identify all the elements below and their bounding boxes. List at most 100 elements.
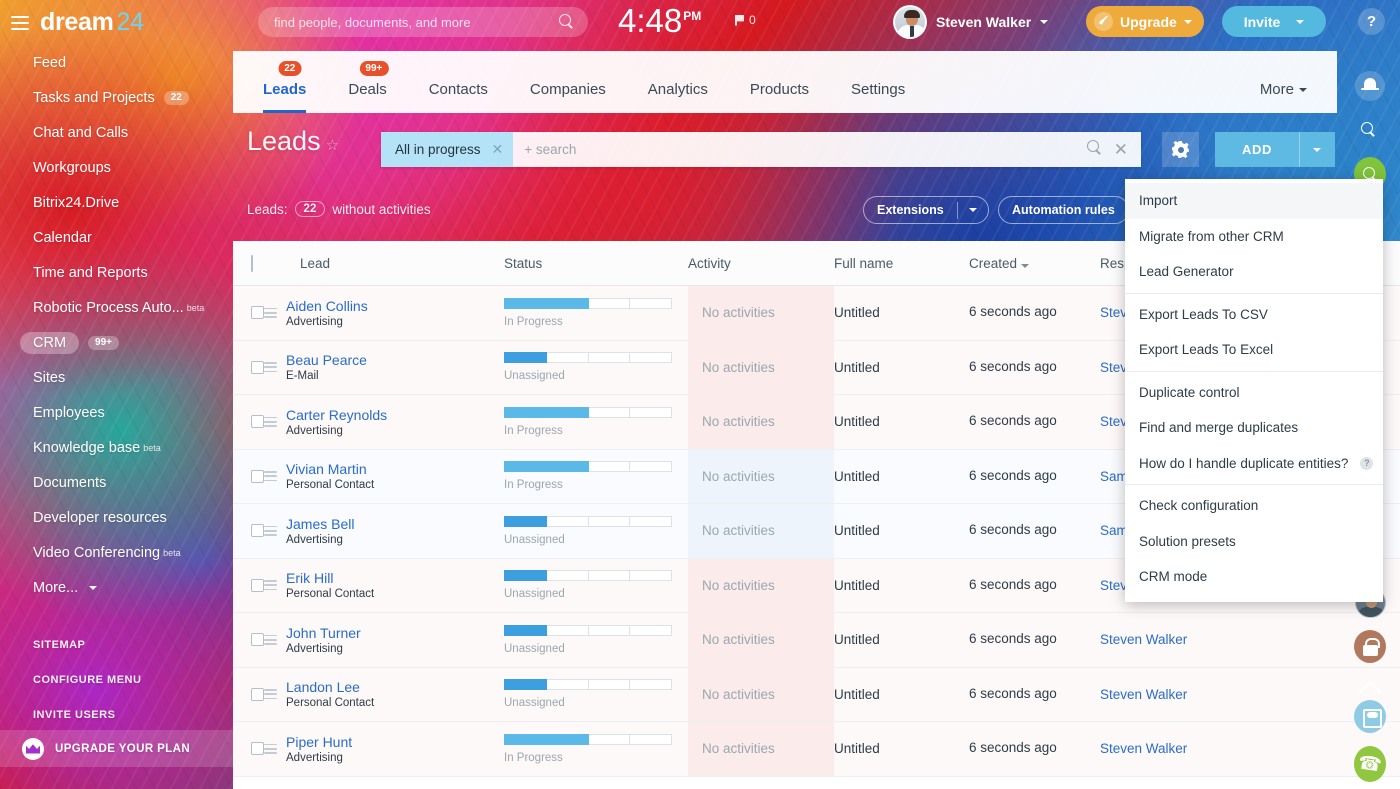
- row-checkbox[interactable]: [251, 470, 264, 483]
- chevron-down-icon[interactable]: [958, 208, 988, 212]
- sidebar-item-employees[interactable]: Employees: [0, 395, 233, 430]
- column-header-activity[interactable]: Activity: [688, 256, 834, 271]
- add-button-group[interactable]: ADD: [1215, 132, 1335, 167]
- sidebar-item-documents[interactable]: Documents: [0, 465, 233, 500]
- status-progress-bar[interactable]: [504, 625, 672, 636]
- lead-name-link[interactable]: Landon Lee: [286, 679, 504, 695]
- responsible-link[interactable]: Steven Walker: [1100, 687, 1250, 702]
- tab-products[interactable]: Products: [729, 81, 830, 113]
- sidebar-link-invite-users[interactable]: INVITE USERS: [0, 697, 233, 732]
- menu-item-crm-mode[interactable]: CRM mode: [1125, 559, 1383, 595]
- filter-search-placeholder[interactable]: + search: [524, 142, 576, 157]
- lead-name-link[interactable]: Piper Hunt: [286, 734, 504, 750]
- sidebar-link-configure-menu[interactable]: CONFIGURE MENU: [0, 662, 233, 697]
- status-progress-bar[interactable]: [504, 298, 672, 309]
- sidebar-item-crm[interactable]: CRM99+: [0, 325, 233, 360]
- table-row[interactable]: John TurnerAdvertisingUnassignedNo activ…: [233, 613, 1400, 668]
- menu-item-check-configuration[interactable]: Check configuration: [1125, 488, 1383, 524]
- row-checkbox[interactable]: [251, 306, 264, 319]
- lead-name-link[interactable]: Erik Hill: [286, 570, 504, 586]
- tab-deals[interactable]: 99+Deals: [327, 81, 407, 113]
- sidebar-item-sites[interactable]: Sites: [0, 360, 233, 395]
- tab-companies[interactable]: Companies: [509, 81, 627, 113]
- lead-name-link[interactable]: James Bell: [286, 516, 504, 532]
- drag-handle-icon[interactable]: [264, 635, 277, 645]
- lead-name-link[interactable]: Vivian Martin: [286, 461, 504, 477]
- add-dropdown-button[interactable]: [1299, 132, 1335, 167]
- responsible-link[interactable]: Steven Walker: [1100, 632, 1250, 647]
- sidebar-item-time-and-reports[interactable]: Time and Reports: [0, 255, 233, 290]
- drag-handle-icon[interactable]: [264, 689, 277, 699]
- menu-item-lead-generator[interactable]: Lead Generator: [1125, 254, 1383, 290]
- sidebar-item-workgroups[interactable]: Workgroups: [0, 150, 233, 185]
- menu-item-import[interactable]: Import: [1125, 183, 1383, 219]
- table-row[interactable]: Piper HuntAdvertisingIn ProgressNo activ…: [233, 722, 1400, 777]
- search-icon[interactable]: [1087, 140, 1102, 160]
- drag-handle-icon[interactable]: [264, 308, 277, 318]
- upgrade-button[interactable]: Upgrade: [1086, 6, 1204, 37]
- row-checkbox[interactable]: [251, 688, 264, 701]
- column-header-fullname[interactable]: Full name: [834, 256, 969, 271]
- drag-handle-icon[interactable]: [264, 744, 277, 754]
- drag-handle-icon[interactable]: [264, 580, 277, 590]
- filter-bar[interactable]: All in progress ✕ + search ✕: [381, 132, 1141, 167]
- column-header-lead[interactable]: Lead: [286, 256, 504, 271]
- add-button[interactable]: ADD: [1215, 132, 1299, 167]
- status-progress-bar[interactable]: [504, 516, 672, 527]
- tab-more[interactable]: More: [1260, 81, 1337, 113]
- status-progress-bar[interactable]: [504, 570, 672, 581]
- sidebar-item-tasks-and-projects[interactable]: Tasks and Projects22: [0, 80, 233, 115]
- status-progress-bar[interactable]: [504, 734, 672, 745]
- extensions-button[interactable]: Extensions: [863, 196, 989, 224]
- status-progress-bar[interactable]: [504, 679, 672, 690]
- favorite-star-icon[interactable]: ☆: [326, 137, 339, 154]
- row-checkbox[interactable]: [251, 633, 264, 646]
- search-icon[interactable]: [559, 14, 574, 34]
- lead-name-link[interactable]: Beau Pearce: [286, 352, 504, 368]
- rail-collapse-button[interactable]: [1354, 670, 1386, 702]
- sidebar-link-sitemap[interactable]: SITEMAP: [0, 627, 233, 662]
- menu-item-migrate-from-other-crm[interactable]: Migrate from other CRM: [1125, 219, 1383, 255]
- tab-analytics[interactable]: Analytics: [627, 81, 729, 113]
- row-checkbox[interactable]: [251, 361, 264, 374]
- row-checkbox[interactable]: [251, 524, 264, 537]
- row-checkbox[interactable]: [251, 579, 264, 592]
- drag-handle-icon[interactable]: [264, 526, 277, 536]
- drag-handle-icon[interactable]: [264, 362, 277, 372]
- sidebar-item-more[interactable]: More...: [0, 570, 233, 605]
- drag-handle-icon[interactable]: [264, 417, 277, 427]
- sidebar-item-video-conferencing[interactable]: Video Conferencingbeta: [0, 535, 233, 570]
- select-all-checkbox[interactable]: [251, 255, 253, 272]
- menu-item-find-and-merge-duplicates[interactable]: Find and merge duplicates: [1125, 410, 1383, 446]
- menu-item-export-leads-to-excel[interactable]: Export Leads To Excel: [1125, 332, 1383, 368]
- filter-chip-all-in-progress[interactable]: All in progress ✕: [381, 132, 513, 167]
- flag-counter[interactable]: 0: [735, 13, 756, 27]
- menu-toggle-icon[interactable]: [11, 16, 29, 30]
- tab-leads[interactable]: 22Leads: [242, 81, 327, 113]
- tab-settings[interactable]: Settings: [830, 81, 926, 113]
- automation-rules-button[interactable]: Automation rules: [998, 196, 1129, 224]
- row-checkbox[interactable]: [251, 415, 264, 428]
- rail-search-button[interactable]: [1354, 115, 1386, 147]
- grid-settings-button[interactable]: [1162, 132, 1199, 167]
- upgrade-your-plan-button[interactable]: UPGRADE YOUR PLAN: [0, 730, 233, 767]
- drag-handle-icon[interactable]: [264, 471, 277, 481]
- user-menu[interactable]: Steven Walker: [893, 5, 1048, 39]
- lead-name-link[interactable]: John Turner: [286, 625, 504, 641]
- menu-item-solution-presets[interactable]: Solution presets: [1125, 524, 1383, 560]
- help-icon[interactable]: ?: [1360, 457, 1373, 470]
- status-progress-bar[interactable]: [504, 461, 672, 472]
- menu-item-how-do-i-handle-duplicate-entities[interactable]: How do I handle duplicate entities??: [1125, 446, 1383, 482]
- rail-call-button[interactable]: [1354, 748, 1386, 780]
- menu-item-duplicate-control[interactable]: Duplicate control: [1125, 375, 1383, 411]
- status-progress-bar[interactable]: [504, 407, 672, 418]
- lead-name-link[interactable]: Aiden Collins: [286, 298, 504, 314]
- sidebar-item-chat-and-calls[interactable]: Chat and Calls: [0, 115, 233, 150]
- sidebar-item-developer-resources[interactable]: Developer resources: [0, 500, 233, 535]
- rail-lock-button[interactable]: [1354, 630, 1386, 662]
- global-search-input[interactable]: find people, documents, and more: [258, 7, 588, 37]
- help-button[interactable]: ?: [1358, 8, 1385, 35]
- status-progress-bar[interactable]: [504, 352, 672, 363]
- invite-button[interactable]: Invite: [1222, 6, 1326, 37]
- tab-contacts[interactable]: Contacts: [408, 81, 509, 113]
